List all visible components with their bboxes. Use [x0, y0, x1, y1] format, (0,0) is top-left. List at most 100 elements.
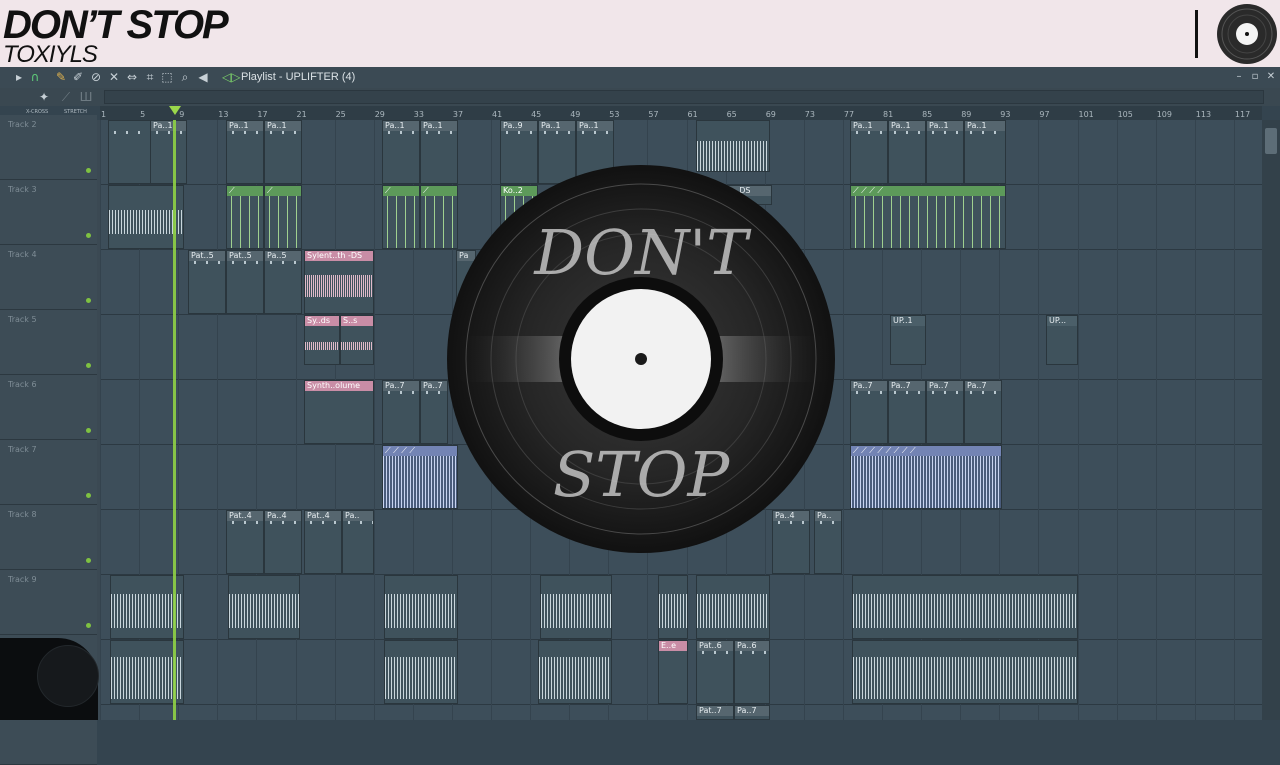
- playlist-clip[interactable]: Sylent..th -DS: [304, 250, 374, 314]
- playlist-clip[interactable]: Pa..1: [850, 120, 888, 184]
- minimize-button[interactable]: –: [1233, 71, 1245, 83]
- drag-handle-icon[interactable]: [37, 645, 99, 707]
- playlist-clip[interactable]: S..s: [340, 315, 374, 365]
- zoom-icon[interactable]: ⌕: [178, 70, 192, 84]
- grid-icon[interactable]: Ш: [79, 90, 93, 104]
- vertical-scrollbar-thumb[interactable]: [1265, 128, 1277, 154]
- ruler-bar-number: 77: [843, 110, 855, 119]
- slip-icon[interactable]: ⇔: [125, 70, 139, 84]
- mute-icon[interactable]: ✕: [107, 70, 121, 84]
- track-header[interactable]: Track 8: [0, 505, 97, 570]
- horizontal-scrollbar[interactable]: [104, 90, 1264, 104]
- playlist-clip[interactable]: Pat..5: [226, 250, 264, 314]
- vertical-scrollbar[interactable]: [1262, 120, 1280, 720]
- arrow-right-icon[interactable]: ▸: [12, 70, 26, 84]
- playlist-clip[interactable]: Pa..6: [734, 640, 770, 704]
- playlist-clip[interactable]: Pa..1: [964, 120, 1006, 184]
- playlist-clip[interactable]: Pa..1: [150, 120, 187, 184]
- track-header[interactable]: Track 5: [0, 310, 97, 375]
- maximize-button[interactable]: ▫: [1249, 71, 1261, 83]
- clip-label: ⟋: [265, 186, 301, 196]
- playlist-clip[interactable]: [384, 575, 458, 639]
- clip-label: Pa..1: [965, 121, 1005, 131]
- track-header[interactable]: Track 2: [0, 115, 97, 180]
- slice-icon[interactable]: ⌗: [143, 70, 157, 84]
- clip-label: S..s: [341, 316, 373, 326]
- track-header[interactable]: Track 7: [0, 440, 97, 505]
- playlist-clip[interactable]: Pat..4: [226, 510, 264, 574]
- track-header[interactable]: Track 6: [0, 375, 97, 440]
- track-active-led-icon[interactable]: [86, 168, 91, 173]
- close-button[interactable]: ✕: [1265, 71, 1277, 83]
- playlist-clip[interactable]: Pa..4: [264, 510, 302, 574]
- vinyl-top-text: DON'T: [533, 216, 752, 289]
- banner-divider: [1195, 10, 1198, 58]
- playlist-clip[interactable]: [540, 575, 612, 639]
- playlist-clip[interactable]: UP..1: [890, 315, 926, 365]
- playlist-clip[interactable]: ⟋ ⟋ ⟋ ⟋: [850, 185, 1006, 249]
- playlist-clip[interactable]: Pa..: [342, 510, 374, 574]
- playlist-clip[interactable]: Synth..olume: [304, 380, 374, 444]
- track-active-led-icon[interactable]: [86, 558, 91, 563]
- clip-label: Sylent..th -DS: [305, 251, 373, 261]
- playlist-clip[interactable]: Pa..7: [382, 380, 420, 444]
- playlist-clip[interactable]: [852, 640, 1078, 704]
- playlist-clip[interactable]: Pa..1: [888, 120, 926, 184]
- playlist-clip[interactable]: Pat..4: [304, 510, 342, 574]
- pencil-icon[interactable]: ✎: [54, 70, 68, 84]
- playlist-clip[interactable]: [384, 640, 458, 704]
- playlist-clip[interactable]: Pa..7: [926, 380, 964, 444]
- playlist-clip[interactable]: Sy..ds: [304, 315, 340, 365]
- playlist-clip[interactable]: Pa..1: [382, 120, 420, 184]
- link-icon[interactable]: ⟋: [59, 90, 73, 104]
- track-label: Track 8: [8, 510, 37, 519]
- paint-icon[interactable]: ✐: [71, 70, 85, 84]
- playlist-clip[interactable]: Pat..5: [188, 250, 226, 314]
- playlist-clip[interactable]: ⟋: [226, 185, 264, 249]
- playlist-clip[interactable]: [696, 575, 770, 639]
- playlist-clip[interactable]: [852, 575, 1078, 639]
- playlist-clip[interactable]: Pat..7: [696, 705, 734, 720]
- playlist-clip[interactable]: ⟋: [264, 185, 302, 249]
- track-label: Track 7: [8, 445, 37, 454]
- delete-icon[interactable]: ⊘: [89, 70, 103, 84]
- window-title: Playlist - UPLIFTER (4): [241, 71, 356, 83]
- waveform-icon[interactable]: ✦: [37, 90, 51, 104]
- playlist-clip[interactable]: [658, 575, 688, 639]
- track-active-led-icon[interactable]: [86, 623, 91, 628]
- playlist-clip[interactable]: [538, 640, 612, 704]
- select-icon[interactable]: ⬚: [160, 70, 174, 84]
- track-header[interactable]: Track 9: [0, 570, 97, 635]
- playlist-clip[interactable]: Pa..7: [888, 380, 926, 444]
- playlist-clip[interactable]: Pa..7: [964, 380, 1002, 444]
- track-active-led-icon[interactable]: [86, 493, 91, 498]
- track-label: Track 4: [8, 250, 37, 259]
- playlist-clip[interactable]: Pa..1: [926, 120, 964, 184]
- playlist-clip[interactable]: E..e: [658, 640, 688, 704]
- playlist-clip[interactable]: Pa..5: [264, 250, 302, 314]
- playlist-clip[interactable]: [228, 575, 300, 639]
- playlist-clip[interactable]: Pa..7: [420, 380, 448, 444]
- bar-gridline: [1194, 120, 1196, 720]
- track-active-led-icon[interactable]: [86, 428, 91, 433]
- speaker-icon[interactable]: ◀: [196, 70, 210, 84]
- playlist-clip[interactable]: Pa..1: [264, 120, 302, 184]
- track-active-led-icon[interactable]: [86, 233, 91, 238]
- playlist-clip[interactable]: Pa..1: [226, 120, 264, 184]
- clip-label: UP..1: [891, 316, 925, 326]
- playlist-clip[interactable]: Pat..6: [696, 640, 734, 704]
- playhead-marker[interactable]: [169, 106, 181, 115]
- magnet-icon[interactable]: ∩: [28, 70, 42, 84]
- track-label: Track 6: [8, 380, 37, 389]
- playlist-clip[interactable]: Pa..7: [850, 380, 888, 444]
- playlist-clip[interactable]: Pa..7: [734, 705, 770, 720]
- playlist-clip[interactable]: ⟋ ⟋ ⟋ ⟋ ⟋ ⟋ ⟋ ⟋: [850, 445, 1002, 509]
- playlist-clip[interactable]: UP...: [1046, 315, 1078, 365]
- nav-arrows-icon[interactable]: ◁▷: [222, 70, 240, 84]
- ruler-bar-number: 97: [1039, 110, 1050, 119]
- track-active-led-icon[interactable]: [86, 363, 91, 368]
- track-header[interactable]: Track 3: [0, 180, 97, 245]
- playlist-clip[interactable]: ⟋: [382, 185, 420, 249]
- track-header[interactable]: Track 4: [0, 245, 97, 310]
- track-active-led-icon[interactable]: [86, 298, 91, 303]
